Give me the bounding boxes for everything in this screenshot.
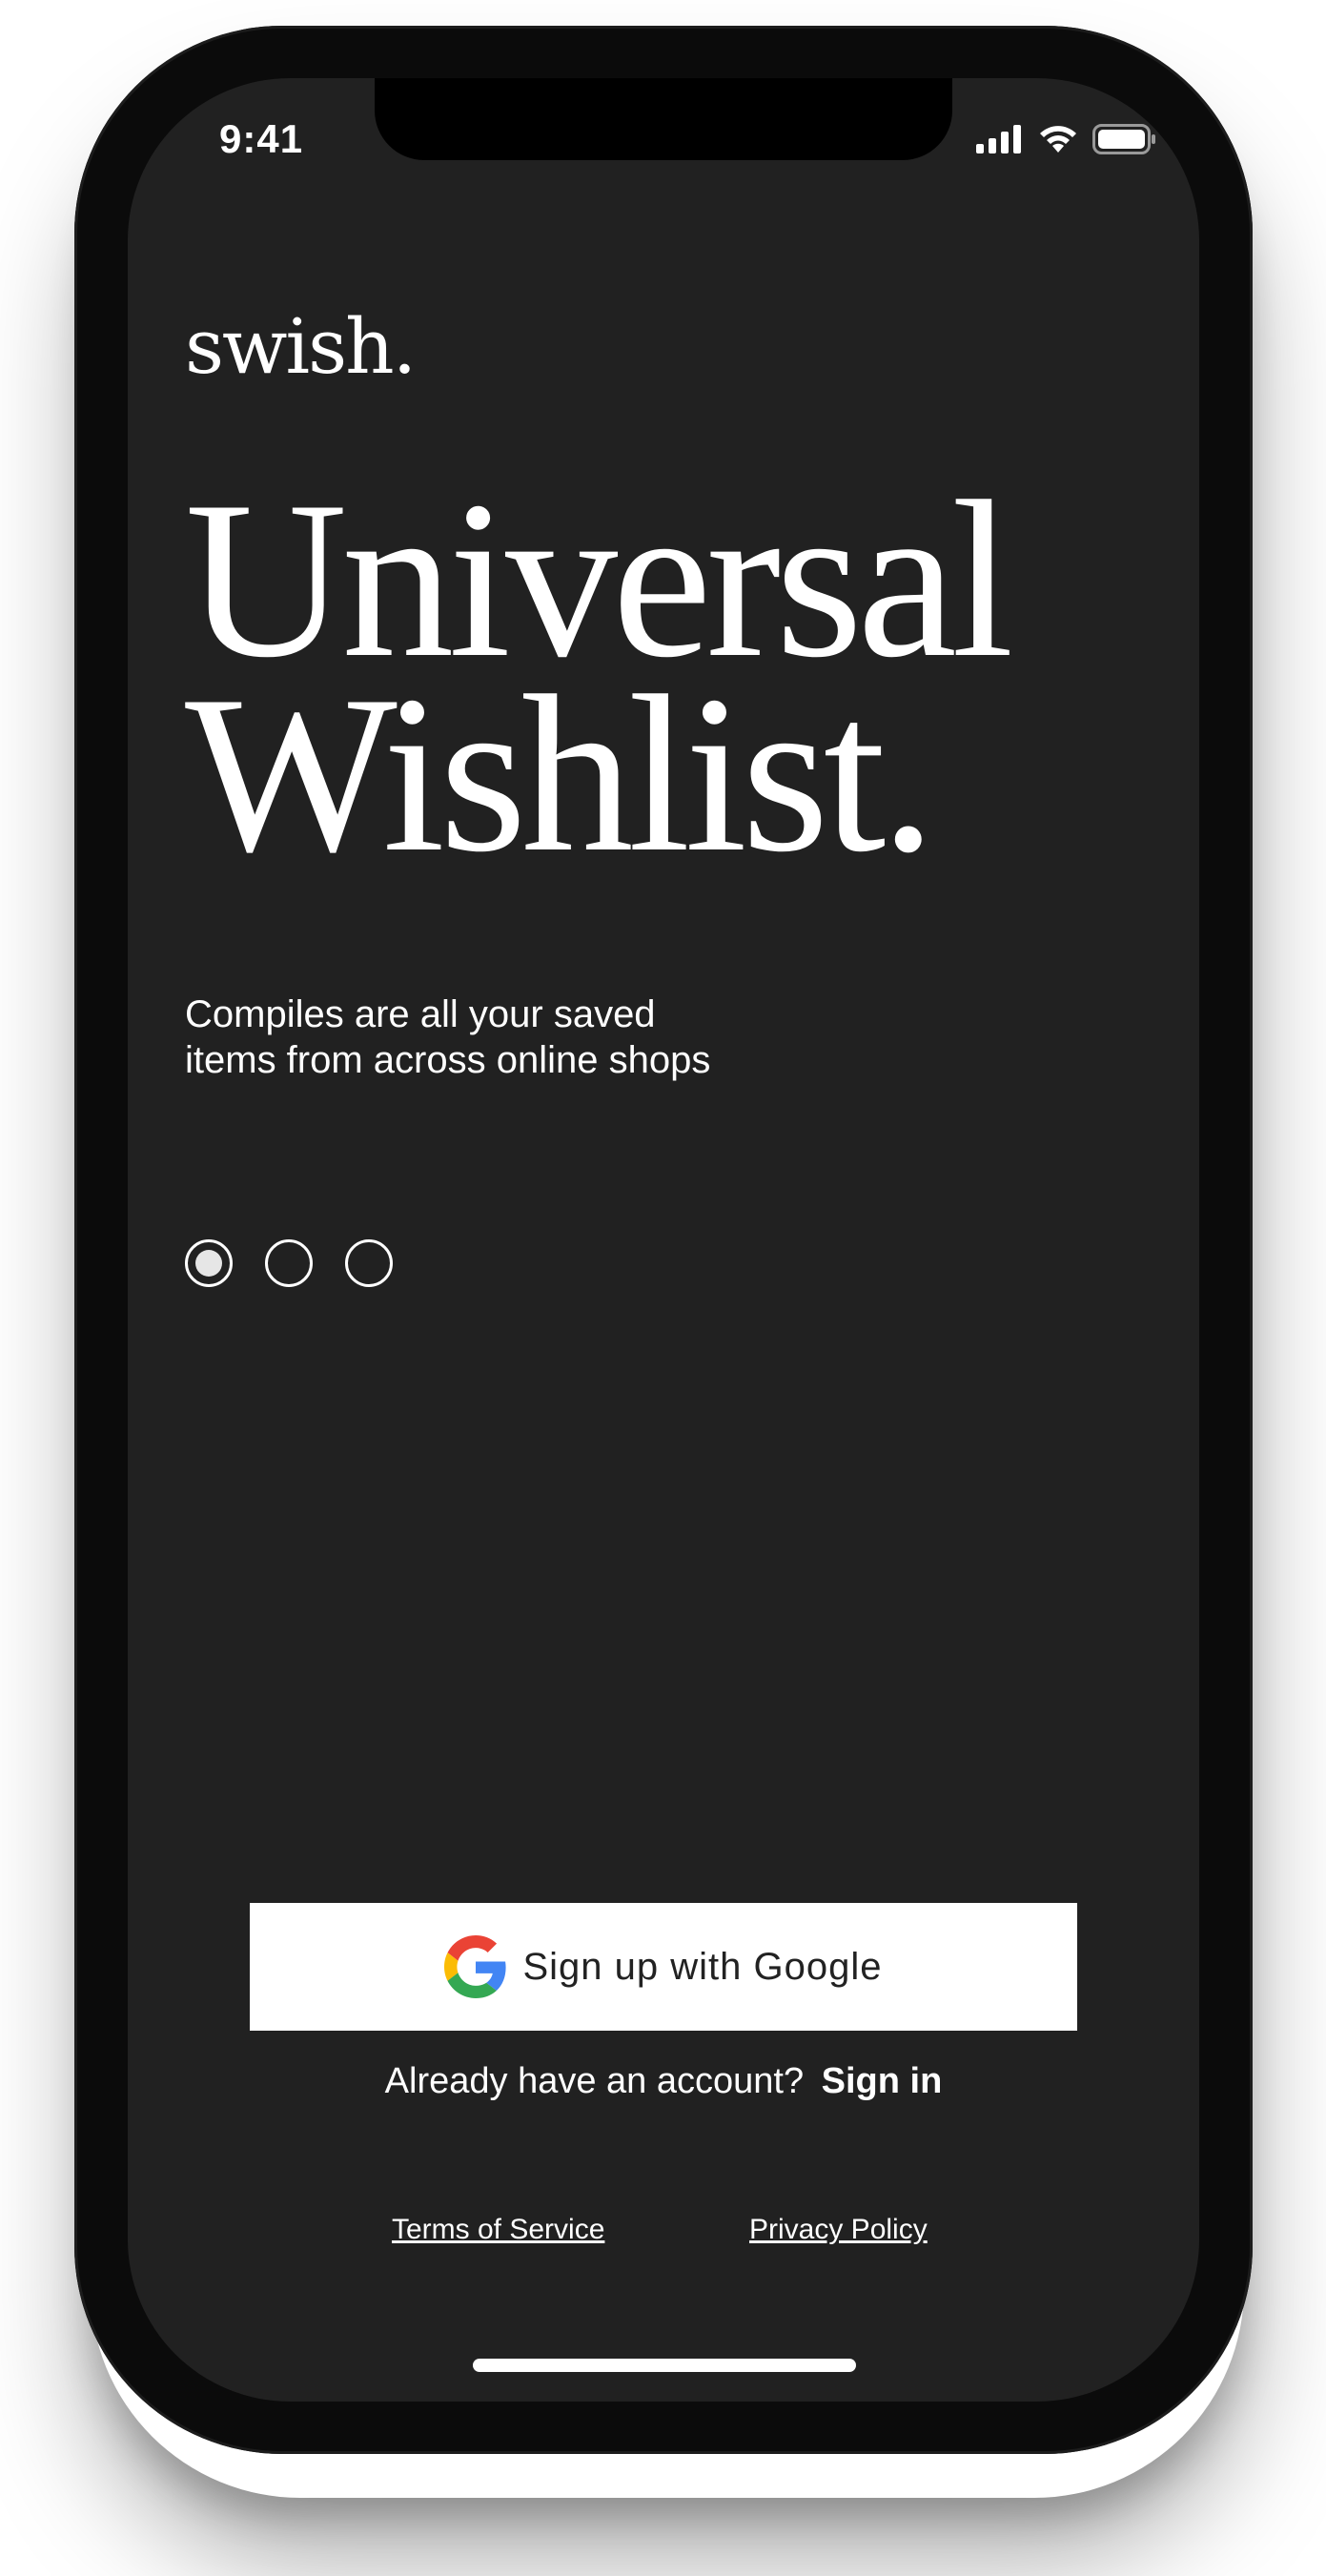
home-indicator[interactable]	[473, 2359, 856, 2372]
sign-in-link[interactable]: Sign in	[822, 2061, 943, 2101]
google-signup-button[interactable]: Sign up with Google	[250, 1903, 1077, 2031]
page-dot-2[interactable]	[265, 1239, 313, 1287]
headline-line-1: Universal	[185, 456, 1013, 705]
signin-row: Already have an account? Sign in	[128, 2061, 1199, 2102]
account-prompt: Already have an account?	[384, 2061, 805, 2101]
google-logo-icon	[444, 1935, 507, 1998]
subtitle: Compiles are all your saved items from a…	[185, 992, 852, 1083]
brand-logo: swish.	[185, 302, 417, 391]
subtitle-line-2: items from across online shops	[185, 1039, 711, 1081]
stage: 9:41 swish. Universal Wishlist. Compiles…	[0, 0, 1326, 2576]
headline-line-2: Wishlist.	[185, 650, 936, 899]
wifi-icon	[1040, 126, 1076, 153]
notch	[375, 78, 952, 160]
status-time: 9:41	[219, 116, 304, 161]
status-icons	[976, 124, 1157, 154]
page-indicator	[185, 1239, 393, 1287]
page-dot-3[interactable]	[345, 1239, 393, 1287]
battery-icon	[1092, 124, 1155, 154]
cellular-signal-icon	[976, 125, 1021, 153]
page-dot-1[interactable]	[185, 1239, 233, 1287]
subtitle-line-1: Compiles are all your saved	[185, 993, 656, 1035]
phone-screen: 9:41 swish. Universal Wishlist. Compiles…	[128, 78, 1199, 2402]
terms-of-service-link[interactable]: Terms of Service	[392, 2214, 604, 2246]
privacy-policy-link[interactable]: Privacy Policy	[749, 2214, 928, 2246]
page-title: Universal Wishlist.	[185, 456, 1013, 899]
google-signup-label: Sign up with Google	[522, 1945, 883, 1988]
